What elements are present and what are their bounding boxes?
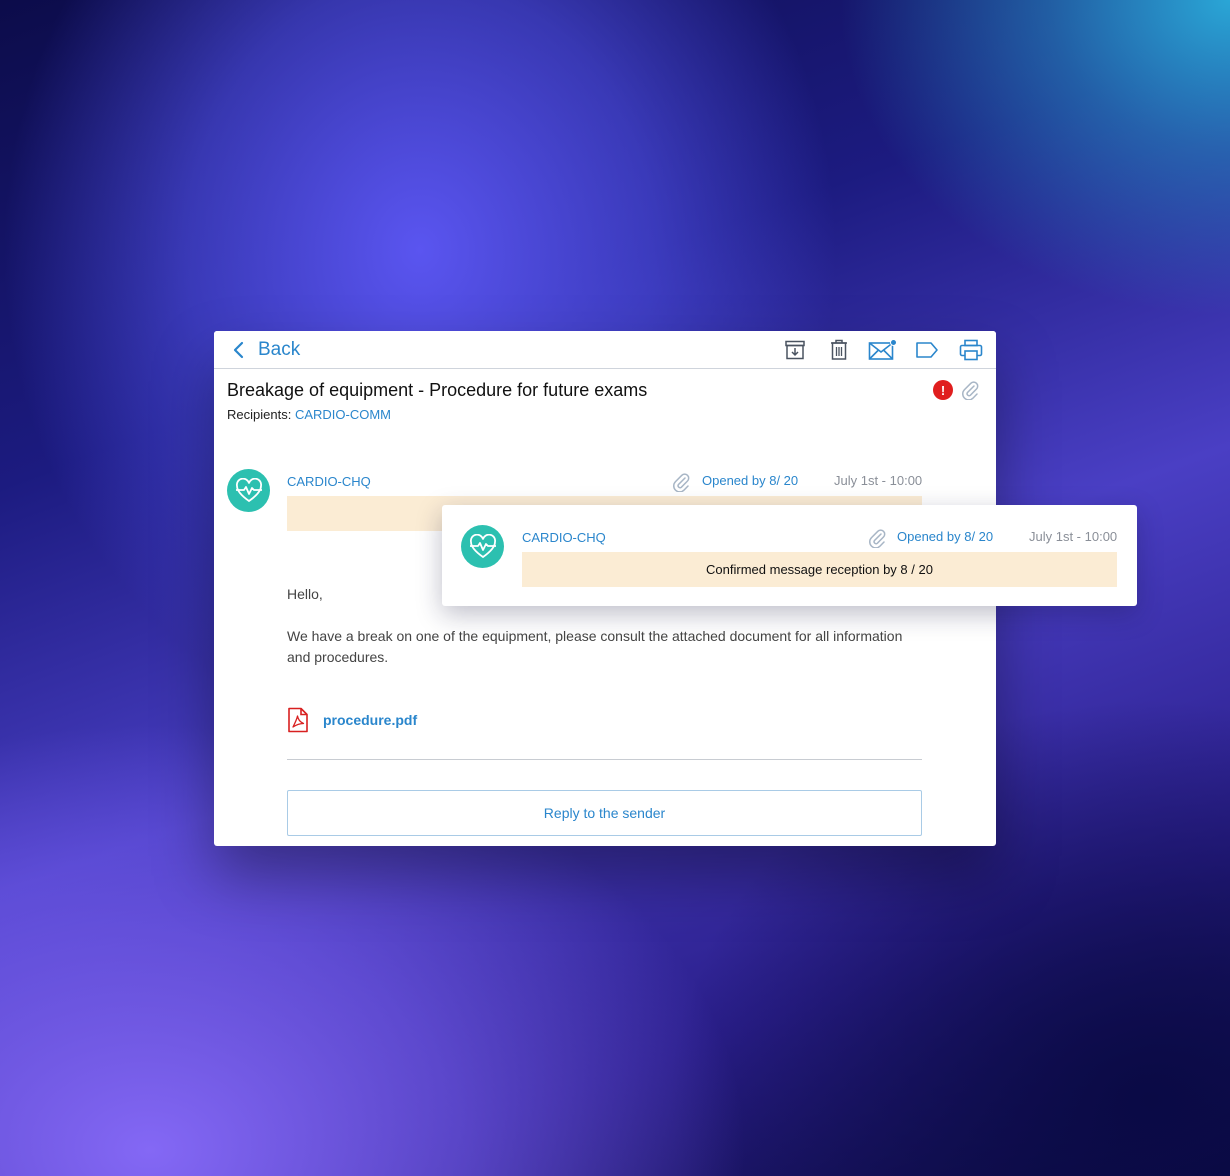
label-button[interactable] xyxy=(914,338,940,362)
popup-sender-avatar xyxy=(461,525,504,568)
back-button[interactable]: Back xyxy=(232,338,300,362)
paperclip-icon xyxy=(673,473,690,492)
archive-button[interactable] xyxy=(782,338,808,362)
paperclip-icon xyxy=(869,529,886,548)
reply-button[interactable]: Reply to the sender xyxy=(287,790,922,836)
printer-icon xyxy=(959,339,983,361)
print-button[interactable] xyxy=(958,338,984,362)
urgent-alert-icon: ! xyxy=(933,380,953,400)
paperclip-icon xyxy=(962,381,979,400)
trash-icon xyxy=(831,339,847,360)
recipients-value[interactable]: CARDIO-COMM xyxy=(295,407,391,422)
message-date: July 1st - 10:00 xyxy=(834,473,923,488)
archive-icon xyxy=(785,340,805,360)
recipients-label: Recipients: xyxy=(227,407,292,422)
message-body: We have a break on one of the equipment,… xyxy=(287,628,903,665)
attachment-link[interactable]: procedure.pdf xyxy=(287,707,417,733)
confirmation-bar: Confirmed message reception by 8 / 20 xyxy=(522,552,1117,587)
pdf-file-icon xyxy=(288,707,308,733)
heart-pulse-icon xyxy=(235,477,262,502)
sender-name[interactable]: CARDIO-CHQ xyxy=(287,474,371,489)
opened-count[interactable]: Opened by 8/ 20 xyxy=(702,473,798,488)
tag-icon xyxy=(916,342,938,358)
mail-unread-icon xyxy=(868,339,897,360)
popup-date: July 1st - 10:00 xyxy=(1029,529,1118,544)
message-subject: Breakage of equipment - Procedure for fu… xyxy=(227,380,648,400)
sender-avatar xyxy=(227,469,270,512)
toolbar: Back xyxy=(214,331,996,369)
message-greeting: Hello, xyxy=(287,586,323,602)
chevron-left-icon xyxy=(233,341,244,359)
back-label: Back xyxy=(258,339,301,360)
reception-popup: CARDIO-CHQ Opened by 8/ 20 July 1st - 10… xyxy=(442,505,1137,606)
heart-pulse-icon xyxy=(469,533,496,558)
popup-opened-count[interactable]: Opened by 8/ 20 xyxy=(897,529,993,544)
delete-button[interactable] xyxy=(826,338,852,362)
divider xyxy=(287,759,922,760)
attachment-name: procedure.pdf xyxy=(323,712,418,728)
recipients: Recipients: CARDIO-COMM xyxy=(227,407,391,422)
message-flags: ! xyxy=(933,380,979,400)
mark-unread-button[interactable] xyxy=(868,338,898,362)
popup-sender-name[interactable]: CARDIO-CHQ xyxy=(522,530,606,545)
